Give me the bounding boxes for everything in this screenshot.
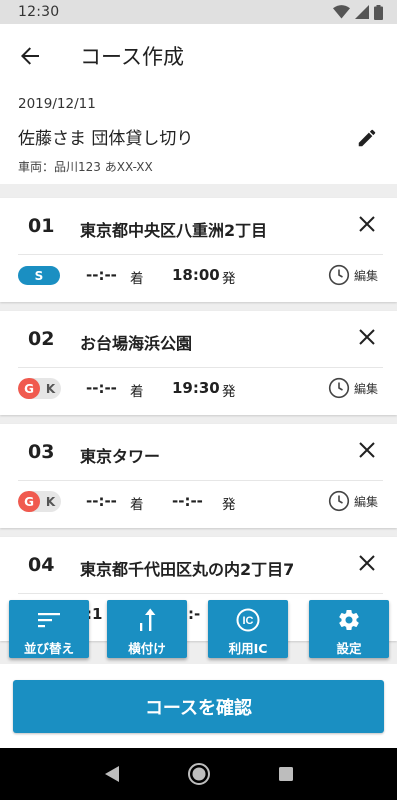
signal-icon <box>355 5 369 19</box>
status-time: 12:30 <box>18 4 60 20</box>
arrival-label: 着 <box>130 271 144 287</box>
close-icon <box>359 216 375 232</box>
remove-stop-button[interactable] <box>353 436 381 464</box>
stop-number: 03 <box>28 441 55 463</box>
system-nav-bar <box>0 748 397 800</box>
goal-badge-g: G <box>18 491 40 512</box>
status-bar: 12:30 <box>0 0 397 24</box>
pencil-icon <box>358 129 376 147</box>
course-group-name: 佐藤さま 団体貸し切り <box>18 129 194 149</box>
attach-button[interactable]: 横付け <box>107 600 187 658</box>
confirm-bar: コースを確認 <box>0 664 397 748</box>
departure-time: 18:00 <box>172 266 220 284</box>
stop-number: 02 <box>28 328 55 350</box>
remove-stop-button[interactable] <box>353 549 381 577</box>
action-bar: 並び替え 横付け IC 利用IC 設定 <box>0 600 397 658</box>
divider <box>18 254 383 255</box>
edit-time-button[interactable]: 編集 <box>328 376 378 400</box>
stop-card: 01 東京都中央区八重洲2丁目 S --:-- 着 18:00 発 編集 <box>0 198 397 302</box>
remove-stop-button[interactable] <box>353 210 381 238</box>
edit-time-button[interactable]: 編集 <box>328 263 378 287</box>
goal-badge[interactable]: G K <box>18 378 61 399</box>
edit-course-button[interactable] <box>351 122 383 154</box>
page-title: コース作成 <box>80 45 184 69</box>
arrival-time: --:-- <box>86 379 117 397</box>
sort-label: 並び替え <box>23 641 74 656</box>
ic-label: 利用IC <box>228 641 268 656</box>
stop-card: 02 お台場海浜公園 G K --:-- 着 19:30 発 編集 <box>0 311 397 415</box>
nav-recents-icon[interactable] <box>278 766 294 782</box>
departure-label: 発 <box>222 271 236 287</box>
settings-label: 設定 <box>336 641 362 656</box>
sort-icon <box>38 613 60 628</box>
goal-badge[interactable]: G K <box>18 491 61 512</box>
edit-label: 編集 <box>354 494 379 509</box>
close-icon <box>359 442 375 458</box>
edit-time-button[interactable]: 編集 <box>328 489 378 513</box>
clock-icon <box>328 377 350 399</box>
departure-time: 19:30 <box>172 379 220 397</box>
gear-icon <box>339 610 359 630</box>
course-info: 2019/12/11 佐藤さま 団体貸し切り 車両：品川123 あXX-XX <box>0 88 397 184</box>
sort-button[interactable]: 並び替え <box>9 600 89 658</box>
arrival-time: --:-- <box>86 492 117 510</box>
attach-arrow-icon <box>140 608 156 631</box>
stop-number: 01 <box>28 215 55 237</box>
departure-time: --:-- <box>172 492 203 510</box>
stop-place: 東京タワー <box>80 447 161 466</box>
back-button[interactable] <box>0 24 60 88</box>
course-date: 2019/12/11 <box>18 96 96 112</box>
ic-button[interactable]: IC 利用IC <box>208 600 288 658</box>
nav-home-icon[interactable] <box>187 762 211 786</box>
divider <box>18 593 383 594</box>
svg-text:IC: IC <box>243 615 254 627</box>
edit-label: 編集 <box>354 381 379 396</box>
goal-badge-g: G <box>18 378 40 399</box>
arrow-back-icon <box>21 47 39 65</box>
edit-label: 編集 <box>354 268 379 283</box>
departure-label: 発 <box>222 384 236 400</box>
close-icon <box>359 555 375 571</box>
vehicle-info: 車両：品川123 あXX-XX <box>18 160 153 174</box>
close-icon <box>359 329 375 345</box>
confirm-course-button[interactable]: コースを確認 <box>13 680 384 733</box>
attach-label: 横付け <box>128 641 166 656</box>
battery-icon <box>374 4 383 20</box>
goal-badge-k: K <box>45 381 56 396</box>
ic-icon: IC <box>236 608 260 632</box>
goal-badge-k: K <box>45 494 56 509</box>
system-icons <box>333 4 383 20</box>
wifi-icon <box>333 5 350 19</box>
stop-number: 04 <box>28 554 55 576</box>
clock-icon <box>328 490 350 512</box>
settings-button[interactable]: 設定 <box>309 600 389 658</box>
clock-icon <box>328 264 350 286</box>
stop-place: お台場海浜公園 <box>80 334 193 353</box>
departure-label: 発 <box>222 497 236 513</box>
arrival-time: --:-- <box>86 266 117 284</box>
arrival-label: 着 <box>130 384 144 400</box>
stop-card: 03 東京タワー G K --:-- 着 --:-- 発 編集 <box>0 424 397 528</box>
app-bar: コース作成 <box>0 24 397 88</box>
start-badge: S <box>18 266 60 285</box>
divider <box>18 367 383 368</box>
stop-place: 東京都中央区八重洲2丁目 <box>80 221 268 240</box>
divider <box>18 480 383 481</box>
remove-stop-button[interactable] <box>353 323 381 351</box>
nav-back-icon[interactable] <box>103 765 121 783</box>
arrival-label: 着 <box>130 497 144 513</box>
stop-place: 東京都千代田区丸の内2丁目7 <box>80 560 295 579</box>
